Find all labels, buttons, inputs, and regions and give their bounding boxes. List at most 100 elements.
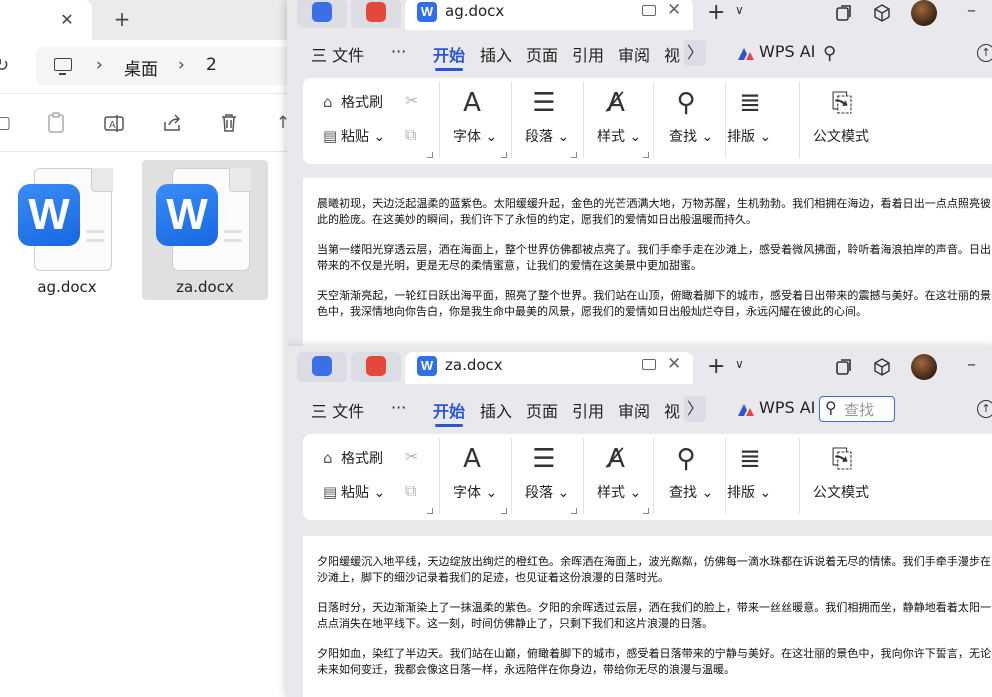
font-button[interactable]: 字体 ⌄ bbox=[453, 482, 497, 502]
monitor-icon[interactable] bbox=[642, 359, 656, 370]
menu-more[interactable]: ··· bbox=[391, 42, 406, 61]
breadcrumb-item-folder[interactable]: 2 bbox=[206, 55, 217, 75]
file-item-za[interactable]: W za.docx bbox=[142, 160, 268, 300]
wps-ai-button[interactable]: WPS AI bbox=[759, 398, 815, 417]
avatar[interactable] bbox=[911, 354, 937, 380]
new-tab-icon[interactable]: + bbox=[707, 354, 725, 379]
tab-start[interactable]: 开始 bbox=[433, 42, 465, 71]
cube-icon[interactable] bbox=[873, 358, 891, 376]
tab-review[interactable]: 审阅 bbox=[618, 42, 650, 66]
document-tab[interactable]: W ag.docx ✕ bbox=[405, 0, 693, 30]
restore-window-icon[interactable] bbox=[835, 358, 853, 376]
tab-insert[interactable]: 插入 bbox=[480, 398, 512, 422]
wps-pdf-button[interactable] bbox=[351, 0, 401, 28]
dialog-launcher-icon[interactable] bbox=[427, 152, 433, 158]
monitor-icon[interactable] bbox=[642, 5, 656, 16]
breadcrumb[interactable]: › 桌面 › 2 bbox=[36, 47, 296, 85]
layout-icon[interactable]: ≣ bbox=[735, 88, 765, 118]
layout-button[interactable]: 排版 ⌄ bbox=[727, 126, 771, 146]
document-tab[interactable]: W za.docx ✕ bbox=[405, 352, 693, 384]
paste-button[interactable]: ▤ 粘贴 ⌄ bbox=[323, 126, 385, 146]
format-painter-button[interactable]: ⌂ 格式刷 bbox=[323, 92, 383, 112]
document-page[interactable]: 晨曦初现，天边泛起温柔的蓝紫色。太阳缓缓升起，金色的光芒洒满大地，万物苏醒，生机… bbox=[303, 178, 992, 346]
tab-page[interactable]: 页面 bbox=[526, 42, 558, 66]
official-doc-icon[interactable]: ⎘ bbox=[827, 88, 857, 118]
menu-scroll-right-button[interactable]: 〉 bbox=[684, 40, 706, 66]
paste-button[interactable]: ▤ 粘贴 ⌄ bbox=[323, 482, 385, 502]
dialog-launcher-icon[interactable] bbox=[501, 508, 507, 514]
wps-home-button[interactable] bbox=[297, 0, 347, 28]
close-icon[interactable]: ✕ bbox=[667, 354, 681, 374]
close-icon[interactable]: ✕ bbox=[667, 0, 681, 20]
refresh-icon[interactable]: ↻ bbox=[0, 55, 9, 76]
paragraph-icon[interactable]: ☰ bbox=[529, 88, 559, 118]
format-painter-button[interactable]: ⌂ 格式刷 bbox=[323, 448, 383, 468]
layout-icon[interactable]: ≣ bbox=[735, 444, 765, 474]
chevron-down-icon[interactable]: ∨ bbox=[735, 357, 744, 371]
style-button[interactable]: 样式 ⌄ bbox=[597, 126, 641, 146]
scissors-icon[interactable]: ✂ bbox=[405, 447, 418, 466]
explorer-tab[interactable]: ✕ bbox=[0, 0, 92, 40]
doc-mode-button[interactable]: 公文模式 bbox=[813, 482, 869, 502]
wps-pdf-button[interactable] bbox=[351, 352, 401, 382]
copy-icon[interactable]: ⧉ bbox=[405, 481, 416, 501]
style-icon[interactable]: A̸ bbox=[601, 88, 631, 118]
paragraph-icon[interactable]: ☰ bbox=[529, 444, 559, 474]
tab-view[interactable]: 视 bbox=[664, 398, 680, 422]
doc-mode-button[interactable]: 公文模式 bbox=[813, 126, 869, 146]
font-icon[interactable]: A bbox=[457, 88, 487, 118]
delete-icon[interactable] bbox=[218, 112, 240, 134]
avatar[interactable] bbox=[911, 0, 937, 26]
tab-reference[interactable]: 引用 bbox=[572, 42, 604, 66]
new-tab-icon[interactable]: + bbox=[707, 0, 725, 25]
chevron-right-icon[interactable]: › bbox=[96, 55, 103, 75]
tab-start[interactable]: 开始 bbox=[433, 398, 465, 427]
tab-review[interactable]: 审阅 bbox=[618, 398, 650, 422]
share-icon[interactable] bbox=[161, 112, 183, 134]
dialog-launcher-icon[interactable] bbox=[571, 152, 577, 158]
tab-page[interactable]: 页面 bbox=[526, 398, 558, 422]
find-icon[interactable]: ⚲ bbox=[671, 444, 701, 474]
document-page[interactable]: 夕阳缓缓沉入地平线，天边绽放出绚烂的橙红色。余晖洒在海面上，波光粼粼，仿佛每一滴… bbox=[303, 536, 992, 697]
font-icon[interactable]: A bbox=[457, 444, 487, 474]
computer-icon[interactable] bbox=[54, 58, 72, 75]
find-button[interactable]: 查找 ⌄ bbox=[669, 482, 713, 502]
menu-more[interactable]: ··· bbox=[391, 398, 406, 417]
search-input[interactable]: ⚲ 查找 bbox=[819, 396, 895, 422]
wps-home-button[interactable] bbox=[297, 352, 347, 382]
search-icon[interactable]: ⚲ bbox=[823, 43, 836, 64]
font-button[interactable]: 字体 ⌄ bbox=[453, 126, 497, 146]
new-tab-icon[interactable]: + bbox=[110, 8, 134, 30]
cloud-upload-icon[interactable]: ↑ bbox=[977, 44, 992, 62]
minimize-icon[interactable]: – bbox=[967, 0, 976, 21]
chevron-right-icon[interactable]: › bbox=[178, 55, 185, 75]
close-tab-icon[interactable]: ✕ bbox=[55, 9, 79, 31]
tab-reference[interactable]: 引用 bbox=[572, 398, 604, 422]
dialog-launcher-icon[interactable] bbox=[571, 508, 577, 514]
style-button[interactable]: 样式 ⌄ bbox=[597, 482, 641, 502]
paste-icon[interactable] bbox=[45, 112, 67, 134]
dialog-launcher-icon[interactable] bbox=[643, 152, 649, 158]
paragraph-button[interactable]: 段落 ⌄ bbox=[525, 482, 569, 502]
wps-ai-button[interactable]: WPS AI bbox=[759, 42, 815, 61]
tab-insert[interactable]: 插入 bbox=[480, 42, 512, 66]
tab-view[interactable]: 视 bbox=[664, 42, 680, 66]
menu-file[interactable]: 三 文件 bbox=[311, 42, 364, 66]
menu-scroll-right-button[interactable]: 〉 bbox=[684, 396, 706, 422]
dialog-launcher-icon[interactable] bbox=[643, 508, 649, 514]
cut-icon[interactable]: ▢ bbox=[0, 112, 14, 134]
breadcrumb-item-desktop[interactable]: 桌面 bbox=[124, 55, 158, 80]
chevron-down-icon[interactable]: ∨ bbox=[735, 3, 744, 17]
copy-icon[interactable]: ⧉ bbox=[405, 125, 416, 145]
file-item-ag[interactable]: W ag.docx bbox=[4, 160, 130, 300]
style-icon[interactable]: A̸ bbox=[601, 444, 631, 474]
cloud-upload-icon[interactable]: ↑ bbox=[977, 400, 992, 418]
cube-icon[interactable] bbox=[873, 4, 891, 22]
scissors-icon[interactable]: ✂ bbox=[405, 91, 418, 110]
rename-icon[interactable]: A bbox=[103, 112, 125, 134]
minimize-icon[interactable]: – bbox=[967, 354, 976, 375]
dialog-launcher-icon[interactable] bbox=[427, 508, 433, 514]
official-doc-icon[interactable]: ⎘ bbox=[827, 444, 857, 474]
restore-window-icon[interactable] bbox=[835, 4, 853, 22]
find-icon[interactable]: ⚲ bbox=[671, 88, 701, 118]
